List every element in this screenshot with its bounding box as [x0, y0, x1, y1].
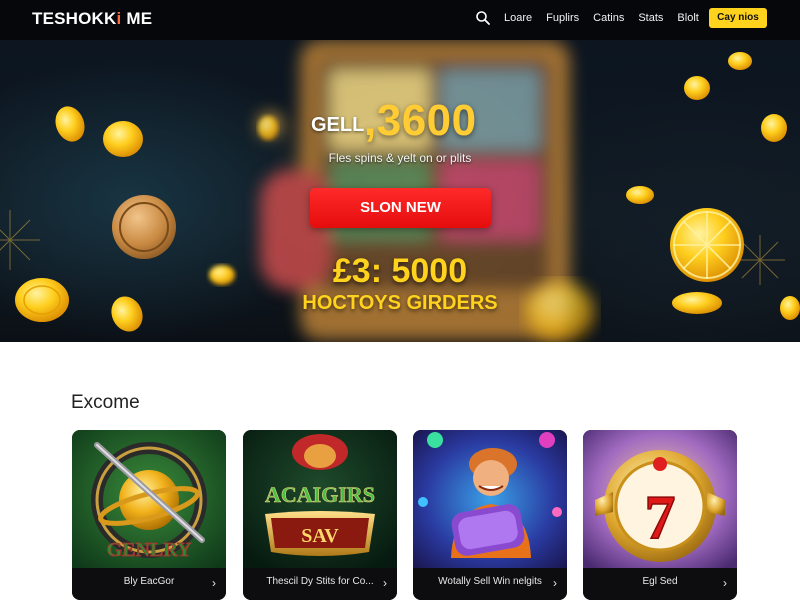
- nav-item-blolt[interactable]: Blolt: [677, 12, 698, 24]
- top-bar: TESHOKKi ME Loare Fuplirs Catins Stats B…: [0, 0, 800, 40]
- chevron-right-icon: ›: [212, 576, 216, 590]
- search-icon[interactable]: [475, 10, 491, 26]
- hero-subtitle: Fles spins & yelt on or plits: [328, 151, 472, 165]
- chevron-right-icon: ›: [383, 576, 387, 590]
- chevron-right-icon: ›: [723, 576, 727, 590]
- game-title: Wotally Sell Win nelgits: [438, 576, 542, 587]
- hero-bonus-subtitle: HOCTOYS GIRDERS: [302, 292, 498, 314]
- svg-text:GENLRY: GENLRY: [107, 539, 192, 561]
- main-nav: Loare Fuplirs Catins Stats Blolt: [504, 12, 699, 24]
- chevron-right-icon: ›: [553, 576, 557, 590]
- hero-amount: ,3600: [364, 96, 477, 145]
- game-card[interactable]: 7 Egl Sed ›: [583, 430, 737, 600]
- svg-text:ACAIGIRS: ACAIGIRS: [265, 482, 375, 507]
- game-card[interactable]: Wotally Sell Win nelgits ›: [413, 430, 567, 600]
- hero-banner: GELL ,3600 Fles spins & yelt on or plits…: [0, 40, 800, 342]
- spin-now-button[interactable]: SLON NEW: [310, 188, 491, 228]
- cta-button[interactable]: Cay nios: [709, 8, 767, 28]
- game-title: Thescil Dy Stits for Co...: [266, 576, 374, 587]
- section-title: Excome: [71, 392, 140, 413]
- game-card[interactable]: GENLRY Bly EacGor ›: [72, 430, 226, 600]
- nav-item-fuplirs[interactable]: Fuplirs: [546, 12, 579, 24]
- character-icon: [413, 430, 567, 568]
- game-title: Egl Sed: [642, 576, 678, 587]
- svg-text:7: 7: [645, 484, 676, 552]
- lucky-seven-icon: 7: [583, 430, 737, 568]
- saturn-planet-icon: GENLRY: [72, 430, 226, 568]
- nav-item-catins[interactable]: Catins: [593, 12, 624, 24]
- game-title: Bly EacGor: [123, 576, 175, 587]
- logo[interactable]: TESHOKKi ME: [32, 9, 152, 29]
- nav-item-loare[interactable]: Loare: [504, 12, 532, 24]
- hero-bonus: £3: 5000: [332, 252, 468, 290]
- nav-item-stats[interactable]: Stats: [638, 12, 663, 24]
- treasure-chest-icon: ACAIGIRS SAV: [243, 430, 397, 568]
- game-card[interactable]: ACAIGIRS SAV Thescil Dy Stits for Co... …: [243, 430, 397, 600]
- svg-text:SAV: SAV: [301, 525, 339, 547]
- hero-pretitle: GELL: [311, 114, 365, 136]
